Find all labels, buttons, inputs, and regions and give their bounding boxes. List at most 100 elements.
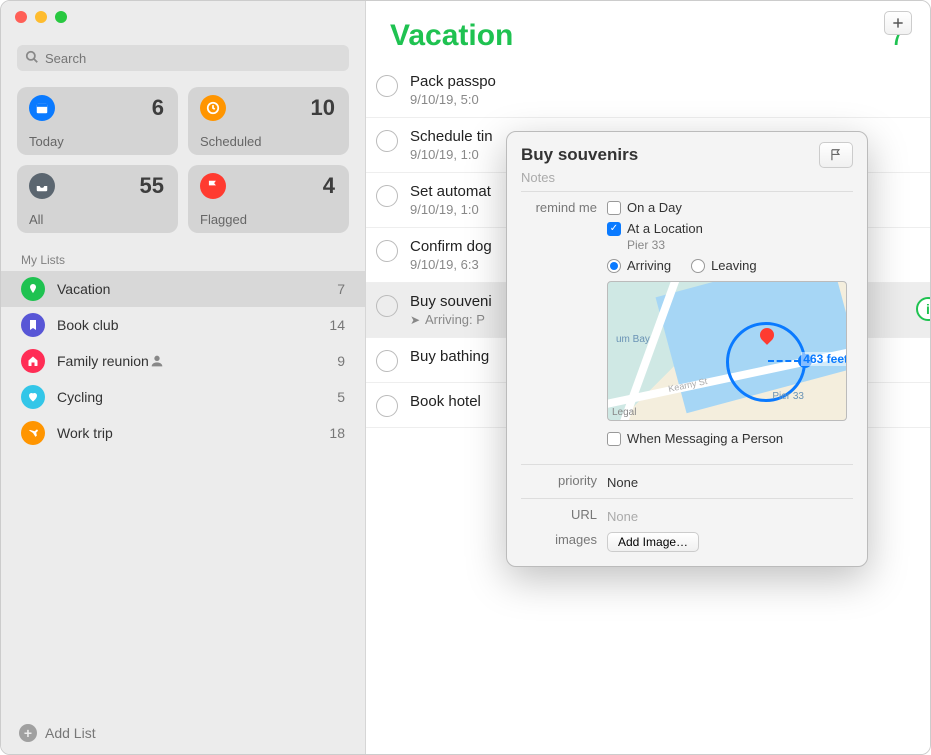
list-count: 18 [329,425,345,441]
map-poi-label: um Bay [616,334,650,345]
clock-icon [200,95,226,121]
sidebar: 6 Today 10 Scheduled 55 All [1,1,366,754]
add-image-button[interactable]: Add Image… [607,532,699,552]
window-controls [15,11,67,23]
leaving-label: Leaving [711,258,757,273]
location-arrow-icon: ➤ [410,313,420,327]
reminder-subtitle: 9/10/19, 5:0 [410,92,906,107]
smart-label: Today [29,134,64,149]
smart-count: 6 [152,95,164,121]
arriving-radio[interactable]: Arriving [607,258,671,273]
smart-count: 4 [323,173,335,199]
priority-label: priority [521,473,607,488]
search-field-container [17,45,349,71]
flag-icon [200,173,226,199]
list-name: Work trip [57,425,113,441]
smart-card-all[interactable]: 55 All [17,165,178,233]
reminder-title: Pack passpo [410,73,906,90]
list-name: Vacation [57,281,110,297]
geofence-radius-line [768,360,800,362]
main-header: Vacation 7 [366,1,930,63]
when-messaging-label: When Messaging a Person [627,431,783,446]
list-name: Cycling [57,389,103,405]
list-icon [21,277,45,301]
location-value: Pier 33 [627,238,853,252]
checkbox-icon [607,201,621,215]
when-messaging-checkbox[interactable]: When Messaging a Person [607,431,853,446]
lists-container: Vacation 7 Book club 14 Family reunion 9… [1,271,365,451]
smart-label: Flagged [200,212,247,227]
arriving-leaving-group: Arriving Leaving [607,258,853,273]
app-window: 6 Today 10 Scheduled 55 All [0,0,931,755]
search-icon [25,50,39,64]
add-list-button[interactable]: + Add List [1,712,365,754]
reminder-detail-popover: Buy souvenirs Notes remind me On a Day ✓… [506,131,868,567]
smart-count: 55 [140,173,164,199]
close-window-button[interactable] [15,11,27,23]
reminder-detail-title[interactable]: Buy souvenirs [521,145,811,165]
list-count: 9 [337,353,345,369]
url-label: URL [521,507,607,522]
arriving-label: Arriving [627,258,671,273]
add-list-label: Add List [45,725,96,741]
sidebar-list-item[interactable]: Family reunion 9 [1,343,365,379]
smart-card-flagged[interactable]: 4 Flagged [188,165,349,233]
section-header: My Lists [1,241,365,271]
sidebar-list-item[interactable]: Work trip 18 [1,415,365,451]
info-button[interactable]: i [916,297,931,321]
list-icon [21,385,45,409]
leaving-radio[interactable]: Leaving [691,258,757,273]
geofence-distance: 463 feet [801,352,847,366]
on-a-day-checkbox[interactable]: On a Day [607,200,853,215]
list-count: 14 [329,317,345,333]
list-icon [21,349,45,373]
on-a-day-label: On a Day [627,200,682,215]
plus-icon: + [19,724,37,742]
search-input[interactable] [17,45,349,71]
list-name: Family reunion [57,353,149,369]
complete-toggle[interactable] [376,75,398,97]
complete-toggle[interactable] [376,295,398,317]
complete-toggle[interactable] [376,240,398,262]
list-icon [21,313,45,337]
sidebar-list-item[interactable]: Vacation 7 [1,271,365,307]
images-label: images [521,532,607,547]
at-a-location-checkbox[interactable]: ✓ At a Location [607,221,853,236]
checkbox-icon [607,432,621,446]
url-value[interactable]: None [607,507,853,524]
minimize-window-button[interactable] [35,11,47,23]
smart-card-today[interactable]: 6 Today [17,87,178,155]
priority-value[interactable]: None [607,473,853,490]
calendar-icon [29,95,55,121]
smart-lists: 6 Today 10 Scheduled 55 All [1,79,365,241]
remind-me-label: remind me [521,200,607,215]
radio-icon [607,259,621,273]
map-pin-label: Pier 33 [772,391,804,402]
shared-icon [149,353,165,369]
list-count: 5 [337,389,345,405]
list-title: Vacation [390,19,513,53]
smart-card-scheduled[interactable]: 10 Scheduled [188,87,349,155]
notes-field[interactable]: Notes [521,168,853,192]
radio-icon [691,259,705,273]
smart-count: 10 [311,95,335,121]
sidebar-list-item[interactable]: Book club 14 [1,307,365,343]
new-reminder-button[interactable] [884,11,912,35]
complete-toggle[interactable] [376,185,398,207]
tray-icon [29,173,55,199]
complete-toggle[interactable] [376,395,398,417]
list-name: Book club [57,317,118,333]
location-map[interactable]: um Bay Kearny St 463 feet Pier 33 Legal [607,281,847,421]
checkbox-icon: ✓ [607,222,621,236]
list-icon [21,421,45,445]
smart-label: Scheduled [200,134,261,149]
reminder-row[interactable]: Pack passpo 9/10/19, 5:0 [366,63,930,118]
complete-toggle[interactable] [376,130,398,152]
sidebar-list-item[interactable]: Cycling 5 [1,379,365,415]
smart-label: All [29,212,43,227]
complete-toggle[interactable] [376,350,398,372]
fullscreen-window-button[interactable] [55,11,67,23]
list-count: 7 [337,281,345,297]
flag-button[interactable] [819,142,853,168]
map-legal-link[interactable]: Legal [612,407,636,418]
